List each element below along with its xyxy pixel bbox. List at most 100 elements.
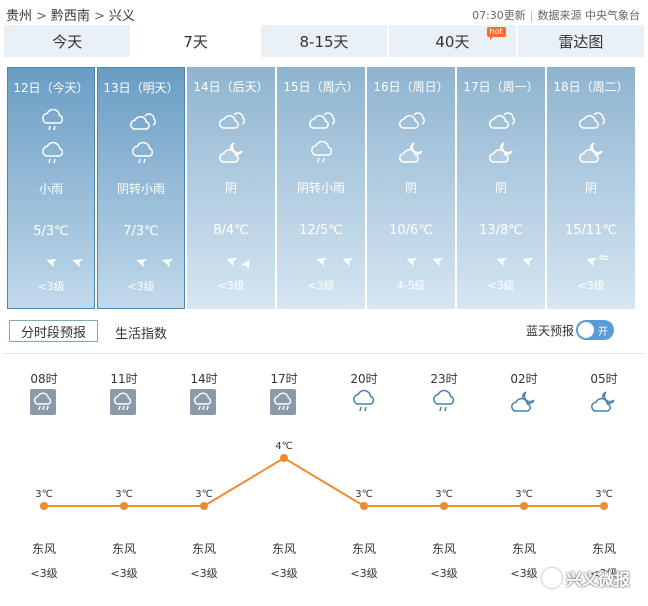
day-date: 15日（周六） bbox=[283, 80, 359, 94]
hourly-forecast-tab[interactable]: 分时段预报 bbox=[9, 320, 98, 342]
tab-8-15day[interactable]: 8-15天 bbox=[260, 25, 388, 57]
day-card[interactable]: 17日（周一） 阴 13/8℃ ➤➤ <3级 bbox=[457, 67, 545, 309]
day-card[interactable]: 12日（今天） 小雨 5/3℃ ➤➤ <3级 bbox=[7, 67, 95, 309]
tab-radar[interactable]: 雷达图 bbox=[517, 25, 645, 57]
blue-sky-toggle[interactable]: 开 bbox=[576, 320, 614, 340]
wind-arrow-icon: ➤ bbox=[56, 247, 86, 271]
wind-direction-icon: ➤➤ bbox=[8, 247, 94, 271]
wind-arrow-icon: ➤ bbox=[506, 246, 536, 270]
wind-arrow-icon: ➤ bbox=[30, 247, 60, 271]
breadcrumb-separator: > bbox=[93, 9, 105, 24]
hour-time: 17时 bbox=[270, 372, 298, 386]
day-card[interactable]: 14日（后天） 阴 8/4℃ ➤➤ <3级 bbox=[187, 67, 275, 309]
day-card[interactable]: 13日（明天） 阴转小雨 7/3℃ ➤➤ <3级 bbox=[97, 67, 185, 309]
hour-time: 05时 bbox=[590, 372, 618, 386]
rain-box-icon bbox=[270, 389, 296, 419]
meta-divider: | bbox=[529, 9, 534, 22]
cloud-moon-icon bbox=[488, 140, 516, 170]
day-temperature: 10/6℃ bbox=[389, 223, 433, 238]
cloud-moon-icon bbox=[218, 140, 246, 170]
rain-cloud-icon bbox=[39, 141, 67, 171]
day-card[interactable]: 16日（周日） 阴 10/6℃ ➤➤ 4-5级 bbox=[367, 67, 455, 309]
day-temperature: 12/5℃ bbox=[299, 223, 343, 238]
tab-today[interactable]: 今天 bbox=[4, 25, 131, 57]
rain-cloud-icon bbox=[350, 389, 378, 419]
tab-label: 40天 bbox=[435, 32, 470, 51]
tab-label: 雷达图 bbox=[558, 32, 604, 51]
day-wind-level: <3级 bbox=[217, 279, 245, 292]
hourly-column: 23时 东风 <3级 bbox=[404, 362, 484, 602]
tab-7day[interactable]: 7天 bbox=[132, 25, 259, 57]
wind-arrow-icon: ➤ bbox=[300, 246, 330, 270]
day-date: 18日（周二） bbox=[553, 80, 629, 94]
day-temperature: 8/4℃ bbox=[213, 223, 249, 238]
wind-arrow-icon: ➤ bbox=[390, 246, 420, 270]
hour-time: 11时 bbox=[110, 372, 138, 386]
hour-wind-level: <3级 bbox=[350, 567, 378, 580]
day-card[interactable]: 18日（周二） 阴 15/11℃ ➤≈ <3级 bbox=[547, 67, 635, 309]
tab-label: 今天 bbox=[52, 32, 83, 51]
hourly-column: 14时 东风 <3级 bbox=[164, 362, 244, 602]
section-divider bbox=[4, 353, 644, 354]
wind-direction-icon: ➤➤ bbox=[98, 247, 184, 271]
wind-direction-icon: ➤➤ bbox=[277, 246, 365, 270]
forecast-tabs: 今天 7天 8-15天 40天 hot 雷达图 bbox=[4, 25, 645, 57]
hot-badge: hot bbox=[486, 27, 506, 40]
hourly-column: 08时 东风 <3级 bbox=[4, 362, 84, 602]
day-date: 13日（明天） bbox=[103, 81, 179, 95]
day-card[interactable]: 15日（周六） 阴转小雨 12/5℃ ➤➤ <3级 bbox=[277, 67, 365, 309]
day-wind-level: <3级 bbox=[577, 279, 605, 292]
hour-time: 02时 bbox=[510, 372, 538, 386]
hour-wind-level: <3级 bbox=[110, 567, 138, 580]
hour-wind-level: <3级 bbox=[190, 567, 218, 580]
cloud-moon-icon bbox=[510, 389, 538, 419]
hour-time: 08时 bbox=[30, 372, 58, 386]
day-weather: 阴转小雨 bbox=[296, 181, 345, 195]
wind-direction-icon: ➤➤ bbox=[187, 243, 275, 273]
life-index-tab[interactable]: 生活指数 bbox=[115, 323, 167, 342]
rain-cloud-icon bbox=[39, 108, 67, 138]
wind-arrow-icon: ➤ bbox=[480, 246, 510, 270]
cloud-icon bbox=[218, 107, 246, 137]
breadcrumb-city: 兴义 bbox=[108, 9, 135, 24]
day-date: 16日（周日） bbox=[373, 80, 449, 94]
hour-time: 20时 bbox=[350, 372, 378, 386]
toggle-label: 开 bbox=[598, 327, 608, 338]
day-weather: 阴 bbox=[494, 181, 507, 195]
day-weather: 阴 bbox=[584, 181, 597, 195]
tab-label: 7天 bbox=[183, 32, 208, 51]
hour-wind-direction: 东风 bbox=[191, 542, 216, 556]
seven-day-forecast: 12日（今天） 小雨 5/3℃ ➤➤ <3级 13日（明天） 阴转小雨 7/3℃ ➤➤ <3级 14… bbox=[7, 67, 638, 309]
cloud-icon bbox=[488, 107, 516, 137]
wind-arrow-icon: ➤ bbox=[146, 247, 176, 271]
day-temperature: 13/8℃ bbox=[479, 223, 523, 238]
wind-arrow-icon: ≈ bbox=[598, 250, 624, 266]
hourly-column: 17时东风 <3级 bbox=[244, 362, 324, 602]
day-weather: 小雨 bbox=[38, 182, 63, 196]
hour-wind-level: <3级 bbox=[270, 567, 298, 580]
day-weather: 阴 bbox=[224, 181, 237, 195]
tab-40day[interactable]: 40天 hot bbox=[389, 25, 516, 57]
hourly-column: 11时 东风 <3级 bbox=[84, 362, 164, 602]
hour-wind-direction: 东风 bbox=[271, 542, 296, 556]
cloud-moon-icon bbox=[590, 389, 618, 419]
blue-sky-label: 蓝天预报 bbox=[525, 324, 574, 338]
wind-arrow-icon: ➤ bbox=[210, 246, 240, 270]
rain-cloud-icon bbox=[430, 389, 458, 419]
day-date: 12日（今天） bbox=[13, 81, 89, 95]
day-date: 17日（周一） bbox=[463, 80, 539, 94]
breadcrumb-prefecture[interactable]: 黔西南 bbox=[51, 9, 90, 24]
day-weather: 阴转小雨 bbox=[116, 182, 165, 196]
watermark-text: 兴义微报 bbox=[565, 570, 630, 589]
cloud-icon bbox=[578, 107, 606, 137]
day-wind-level: <3级 bbox=[307, 279, 335, 292]
cloud-icon bbox=[129, 108, 157, 138]
breadcrumb-province[interactable]: 贵州 bbox=[6, 9, 32, 24]
breadcrumb: 贵州 > 黔西南 > 兴义 bbox=[6, 5, 135, 24]
rain-cloud-icon bbox=[129, 141, 157, 171]
wind-arrow-icon: ➤ bbox=[237, 242, 265, 274]
day-wind-level: <3级 bbox=[37, 280, 65, 293]
day-wind-level: <3级 bbox=[487, 279, 515, 292]
hour-time: 23时 bbox=[430, 372, 458, 386]
hour-wind-direction: 东风 bbox=[431, 542, 456, 556]
